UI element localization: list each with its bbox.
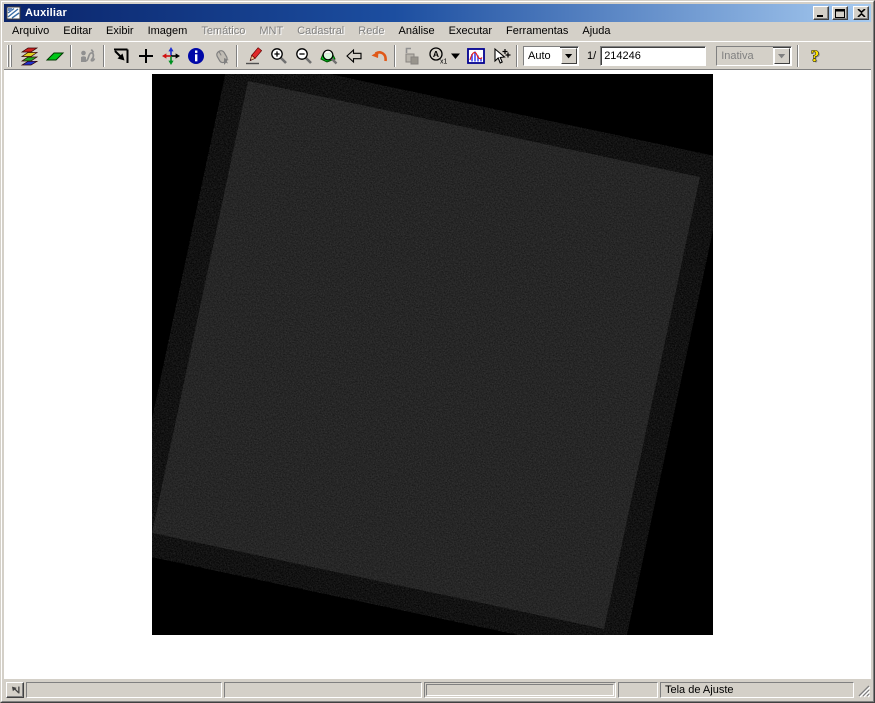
toolbar-separator — [797, 45, 799, 67]
plane-state-combo: Inativa — [716, 46, 792, 66]
menu-cadastral: Cadastral — [290, 23, 351, 40]
zoom-1x-button[interactable]: A x1 — [424, 44, 449, 68]
edit-pencil-button[interactable] — [241, 44, 266, 68]
undo-zoom-button[interactable] — [366, 44, 391, 68]
menu-imagem[interactable]: Imagem — [141, 23, 195, 40]
recompose-icon — [402, 46, 422, 66]
toolbar-separator — [394, 45, 396, 67]
menu-mnt: MNT — [252, 23, 290, 40]
zoom-in-icon — [269, 46, 289, 66]
image-window-icon — [6, 5, 22, 21]
status-bar: Tela de Ajuste — [4, 678, 871, 699]
zoom-out-icon — [294, 46, 314, 66]
undo-zoom-icon — [369, 46, 389, 66]
toolbar-separator — [236, 45, 238, 67]
toolbar-separator — [103, 45, 105, 67]
status-panel-coords — [26, 682, 222, 698]
menu-bar: Arquivo Editar Exibir Imagem Temático MN… — [4, 22, 871, 41]
svg-text:?: ? — [810, 46, 819, 65]
recompose-button — [399, 44, 424, 68]
zoom-scale-combo-drop[interactable] — [561, 48, 577, 64]
crosshair-button[interactable] — [133, 44, 158, 68]
svg-text:A: A — [432, 49, 438, 59]
progress-well — [426, 684, 614, 696]
help-icon: ? ? — [805, 46, 825, 66]
dropdown-arrow-icon — [565, 52, 573, 60]
acquire-points-icon — [491, 46, 511, 66]
zoom-mode-dropdown-button[interactable] — [449, 44, 463, 68]
window-frame: Auxiliar Arquivo Editar Ex — [1, 1, 874, 702]
info-button[interactable] — [183, 44, 208, 68]
zoom-out-button[interactable] — [291, 44, 316, 68]
menu-ferramentas[interactable]: Ferramentas — [499, 23, 575, 40]
edit-hand-icon — [78, 46, 98, 66]
edit-pencil-icon — [244, 46, 264, 66]
status-panel-progress — [424, 682, 616, 698]
window-auxiliar: Auxiliar Arquivo Editar Ex — [0, 0, 875, 703]
zoom-area-icon — [319, 46, 339, 66]
info-icon — [186, 46, 206, 66]
minimize-icon — [816, 9, 826, 18]
pan-button[interactable] — [158, 44, 183, 68]
status-panel-message: Tela de Ajuste — [660, 682, 854, 698]
corner-arrow-icon — [9, 684, 21, 696]
mouse-info-button — [208, 44, 233, 68]
tool-bar: A x1 — [4, 41, 871, 70]
status-panel-info — [224, 682, 422, 698]
menu-ajuda[interactable]: Ajuda — [575, 23, 617, 40]
mouse-info-icon — [211, 46, 231, 66]
zoom-1x-icon: A x1 — [427, 46, 447, 66]
contrast-button[interactable] — [463, 44, 488, 68]
scale-prefix-label: 1/ — [581, 50, 600, 62]
control-panel-button[interactable] — [17, 44, 42, 68]
toolbar-separator — [516, 45, 518, 67]
help-button[interactable]: ? ? — [802, 44, 827, 68]
dropdown-arrow-icon — [778, 52, 786, 60]
resize-grip[interactable] — [856, 682, 870, 698]
previous-zoom-button[interactable] — [341, 44, 366, 68]
scale-input[interactable] — [600, 46, 706, 66]
client-area — [4, 70, 871, 678]
menu-editar[interactable]: Editar — [56, 23, 99, 40]
zoom-scale-combo[interactable]: Auto — [523, 46, 579, 66]
menu-exibir[interactable]: Exibir — [99, 23, 141, 40]
menu-tematico: Temático — [194, 23, 252, 40]
contrast-histogram-icon — [466, 46, 486, 66]
menu-rede: Rede — [351, 23, 391, 40]
toolbar-gripper[interactable] — [7, 45, 14, 67]
maximize-icon — [835, 9, 845, 18]
menu-arquivo[interactable]: Arquivo — [5, 23, 56, 40]
draw-icon — [111, 46, 131, 66]
toolbar-separator — [70, 45, 72, 67]
plane-state-combo-drop — [774, 48, 790, 64]
draw-button[interactable] — [108, 44, 133, 68]
image-canvas[interactable] — [152, 74, 713, 635]
active-plane-icon — [45, 46, 65, 66]
close-button[interactable] — [853, 6, 869, 20]
menu-executar[interactable]: Executar — [442, 23, 499, 40]
maximize-button[interactable] — [832, 6, 848, 20]
satellite-image — [152, 74, 713, 635]
zoom-area-button[interactable] — [316, 44, 341, 68]
window-title: Auxiliar — [25, 7, 810, 19]
menu-analise[interactable]: Análise — [392, 23, 442, 40]
close-icon — [857, 9, 866, 17]
title-bar[interactable]: Auxiliar — [4, 4, 871, 22]
edit-hand-button — [75, 44, 100, 68]
status-panel-small — [618, 682, 658, 698]
previous-zoom-icon — [344, 46, 364, 66]
zoom-in-button[interactable] — [266, 44, 291, 68]
control-panel-layers-icon — [20, 46, 40, 66]
dropdown-arrow-icon — [451, 51, 461, 61]
svg-text:x1: x1 — [440, 58, 447, 65]
pan-icon — [161, 46, 181, 66]
scale-lock-button[interactable] — [6, 682, 24, 698]
acquire-points-button[interactable] — [488, 44, 513, 68]
active-plane-button[interactable] — [42, 44, 67, 68]
plane-state-combo-value: Inativa — [717, 47, 773, 65]
minimize-button[interactable] — [813, 6, 829, 20]
crosshair-icon — [136, 46, 156, 66]
zoom-scale-combo-value: Auto — [524, 47, 560, 65]
